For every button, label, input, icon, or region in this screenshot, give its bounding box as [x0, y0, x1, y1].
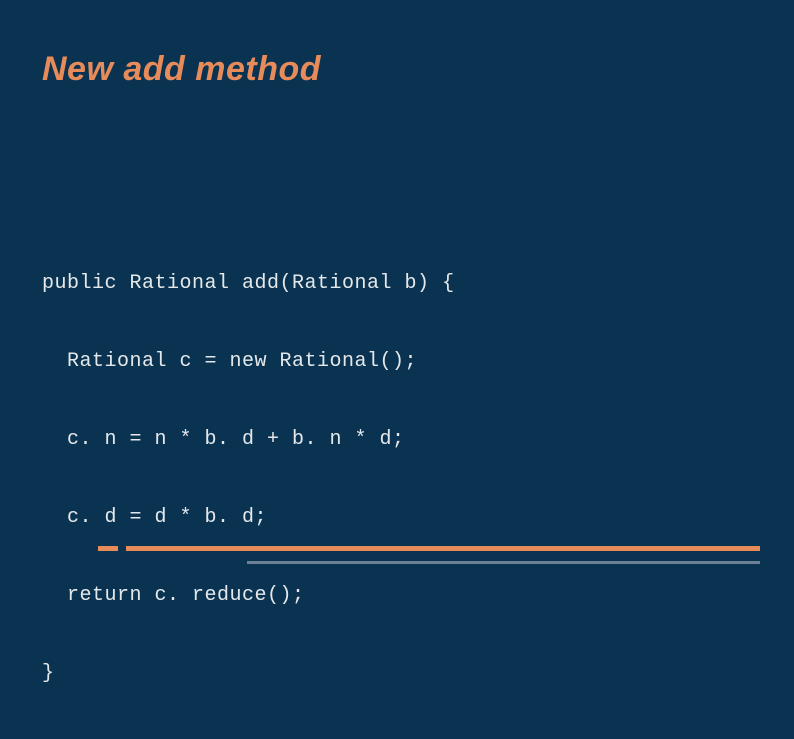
code-block: public Rational add(Rational b) { Ration… [42, 219, 752, 739]
code-line: c. n = n * b. d + b. n * d; [42, 427, 752, 453]
footer-sub-line [247, 561, 760, 564]
code-line: } [42, 661, 752, 687]
code-line: Rational c = new Rational(); [42, 349, 752, 375]
slide-title: New add method [42, 50, 752, 89]
code-line: c. d = d * b. d; [42, 505, 752, 531]
code-line: public Rational add(Rational b) { [42, 271, 752, 297]
slide-container: New add method public Rational add(Ratio… [0, 0, 794, 595]
code-line: return c. reduce(); [42, 583, 752, 609]
footer-accent-line [126, 546, 760, 551]
